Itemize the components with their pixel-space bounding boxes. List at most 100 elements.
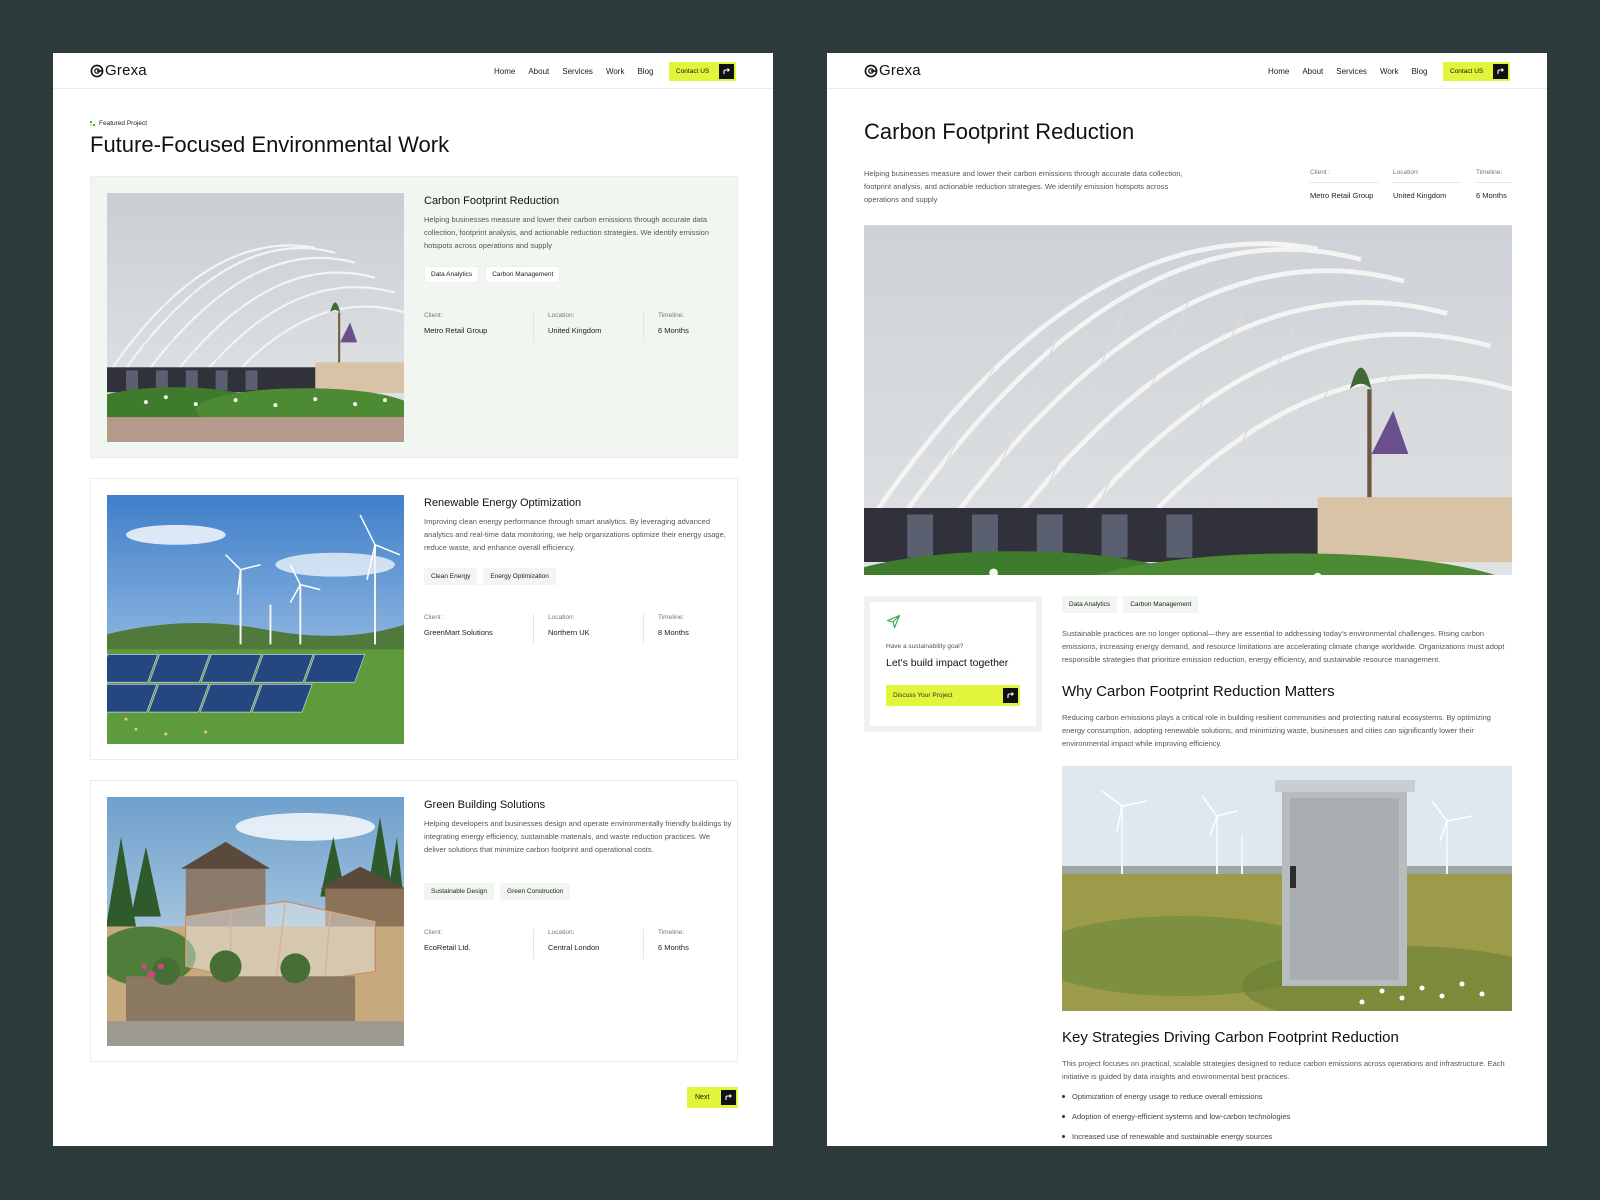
tag[interactable]: Carbon Management bbox=[485, 266, 561, 283]
timeline-value: 6 Months bbox=[658, 326, 689, 335]
tag[interactable]: Sustainable Design bbox=[424, 883, 495, 900]
brand-logo[interactable]: Grexa bbox=[90, 62, 147, 79]
contact-button-label: Contact US bbox=[676, 68, 710, 75]
cta-heading: Let's build impact together bbox=[886, 657, 1009, 669]
arrow-icon bbox=[721, 1090, 736, 1105]
client-value: Metro Retail Group bbox=[1310, 191, 1374, 200]
why-heading: Why Carbon Footprint Reduction Matters bbox=[1062, 683, 1335, 700]
next-button[interactable]: Next bbox=[687, 1087, 738, 1108]
nav-item-home[interactable]: Home bbox=[494, 67, 515, 76]
tag[interactable]: Data Analytics bbox=[424, 266, 480, 283]
location-value: Central London bbox=[548, 943, 600, 952]
project-card[interactable]: Renewable Energy Optimization Improving … bbox=[90, 478, 738, 760]
greenhouse-photo-icon bbox=[864, 225, 1512, 575]
nav-item-services[interactable]: Services bbox=[562, 67, 593, 76]
detail-tags: Data Analytics Carbon Management bbox=[1062, 596, 1204, 613]
location-value: Northern UK bbox=[548, 628, 590, 637]
client-label: Client: bbox=[424, 929, 443, 936]
tag[interactable]: Energy Optimization bbox=[483, 568, 556, 585]
project-meta: Client: EcoRetail Ltd. Location: Central L… bbox=[424, 929, 754, 959]
list-item: Optimization of energy usage to reduce o… bbox=[1062, 1092, 1290, 1101]
project-tags: Clean Energy Energy Optimization bbox=[424, 568, 562, 585]
detail-meta-timeline: Timeline: 6 Months bbox=[1476, 169, 1512, 200]
logo-icon bbox=[864, 64, 878, 78]
cta-card: Have a sustainability goal? Let's build … bbox=[864, 596, 1042, 732]
discuss-project-button[interactable]: Discuss Your Project bbox=[886, 685, 1020, 706]
timeline-label: Timeline: bbox=[658, 312, 685, 319]
project-tags: Sustainable Design Green Construction bbox=[424, 883, 576, 900]
nav-item-work[interactable]: Work bbox=[606, 67, 625, 76]
project-title[interactable]: Carbon Footprint Reduction bbox=[424, 195, 559, 207]
nav-item-about[interactable]: About bbox=[528, 67, 549, 76]
client-label: Client : bbox=[1310, 169, 1378, 183]
project-image[interactable] bbox=[107, 797, 404, 1046]
detail-title: Carbon Footprint Reduction bbox=[864, 119, 1135, 144]
detail-paragraph-1: Sustainable practices are no longer opti… bbox=[1062, 629, 1505, 664]
main-nav: Home About Services Work Blog bbox=[494, 67, 666, 76]
project-description: Helping businesses measure and lower the… bbox=[424, 215, 710, 250]
site-header: Grexa Home About Services Work Blog Cont… bbox=[53, 53, 773, 89]
client-value: GreenMart Solutions bbox=[424, 628, 493, 637]
project-title[interactable]: Green Building Solutions bbox=[424, 799, 545, 811]
turbines-photo-icon bbox=[107, 495, 404, 744]
nav-item-work[interactable]: Work bbox=[1380, 67, 1399, 76]
nav-item-services[interactable]: Services bbox=[1336, 67, 1367, 76]
projects-listing-page: Grexa Home About Services Work Blog Cont… bbox=[53, 53, 773, 1146]
project-card[interactable]: Carbon Footprint Reduction Helping busin… bbox=[90, 176, 738, 458]
client-label: Client : bbox=[424, 614, 445, 621]
tag[interactable]: Data Analytics bbox=[1062, 596, 1118, 613]
hero-image bbox=[864, 225, 1512, 575]
list-item: Adoption of energy-efficient systems and… bbox=[1062, 1112, 1290, 1121]
arrow-icon bbox=[1003, 688, 1018, 703]
project-detail-page: Grexa Home About Services Work Blog Cont… bbox=[827, 53, 1547, 1146]
eyebrow-text: Featured Project bbox=[99, 120, 148, 127]
detail-meta-client: Client : Metro Retail Group bbox=[1310, 169, 1378, 200]
timeline-label: Timeline: bbox=[1476, 169, 1512, 183]
strategy-list: Optimization of energy usage to reduce o… bbox=[1062, 1092, 1290, 1146]
main-nav: Home About Services Work Blog bbox=[1268, 67, 1440, 76]
nav-item-home[interactable]: Home bbox=[1268, 67, 1289, 76]
location-value: United Kingdom bbox=[1393, 191, 1447, 200]
project-card[interactable]: Green Building Solutions Helping develop… bbox=[90, 780, 738, 1062]
contact-button[interactable]: Contact US bbox=[1443, 62, 1510, 81]
garden-photo-icon bbox=[107, 797, 404, 1046]
location-label: Location: bbox=[548, 614, 575, 621]
arrow-icon bbox=[719, 64, 734, 79]
tag[interactable]: Green Construction bbox=[500, 883, 571, 900]
sparkle-icon bbox=[90, 120, 95, 126]
tag[interactable]: Carbon Management bbox=[1123, 596, 1199, 613]
nav-item-about[interactable]: About bbox=[1302, 67, 1323, 76]
brand-name: Grexa bbox=[105, 62, 147, 79]
client-label: Client: bbox=[424, 312, 443, 319]
nav-item-blog[interactable]: Blog bbox=[637, 67, 653, 76]
cta-eyebrow: Have a sustainability goal? bbox=[886, 643, 964, 650]
page-title: Future-Focused Environmental Work bbox=[90, 132, 450, 157]
contact-button-label: Contact US bbox=[1450, 68, 1484, 75]
timeline-label: Timeline: bbox=[658, 929, 685, 936]
cabinet-photo-icon bbox=[1062, 766, 1512, 1011]
project-title[interactable]: Renewable Energy Optimization bbox=[424, 497, 581, 509]
site-header: Grexa Home About Services Work Blog Cont… bbox=[827, 53, 1547, 89]
tag[interactable]: Clean Energy bbox=[424, 568, 478, 585]
timeline-value: 6 Months bbox=[658, 943, 689, 952]
project-meta: Client : GreenMart Solutions Location: Nor… bbox=[424, 614, 754, 644]
project-image[interactable] bbox=[107, 495, 404, 744]
greenhouse-photo-icon bbox=[107, 193, 404, 442]
nav-item-blog[interactable]: Blog bbox=[1411, 67, 1427, 76]
brand-name: Grexa bbox=[879, 62, 921, 79]
project-tags: Data Analytics Carbon Management bbox=[424, 266, 566, 283]
brand-logo[interactable]: Grexa bbox=[864, 62, 921, 79]
detail-meta-location: Location: United Kingdom bbox=[1393, 169, 1461, 200]
client-value: EcoRetail Ltd. bbox=[424, 943, 471, 952]
contact-button[interactable]: Contact US bbox=[669, 62, 736, 81]
location-label: Location: bbox=[548, 929, 575, 936]
timeline-value: 6 Months bbox=[1476, 191, 1507, 200]
location-value: United Kingdom bbox=[548, 326, 602, 335]
section-eyebrow: Featured Project bbox=[90, 120, 147, 127]
logo-icon bbox=[90, 64, 104, 78]
project-image[interactable] bbox=[107, 193, 404, 442]
detail-intro: Helping businesses measure and lower the… bbox=[864, 169, 1183, 204]
detail-paragraph-2: Reducing carbon emissions plays a critic… bbox=[1062, 713, 1491, 748]
project-description: Helping developers and businesses design… bbox=[424, 819, 732, 854]
next-button-label: Next bbox=[695, 1094, 710, 1101]
